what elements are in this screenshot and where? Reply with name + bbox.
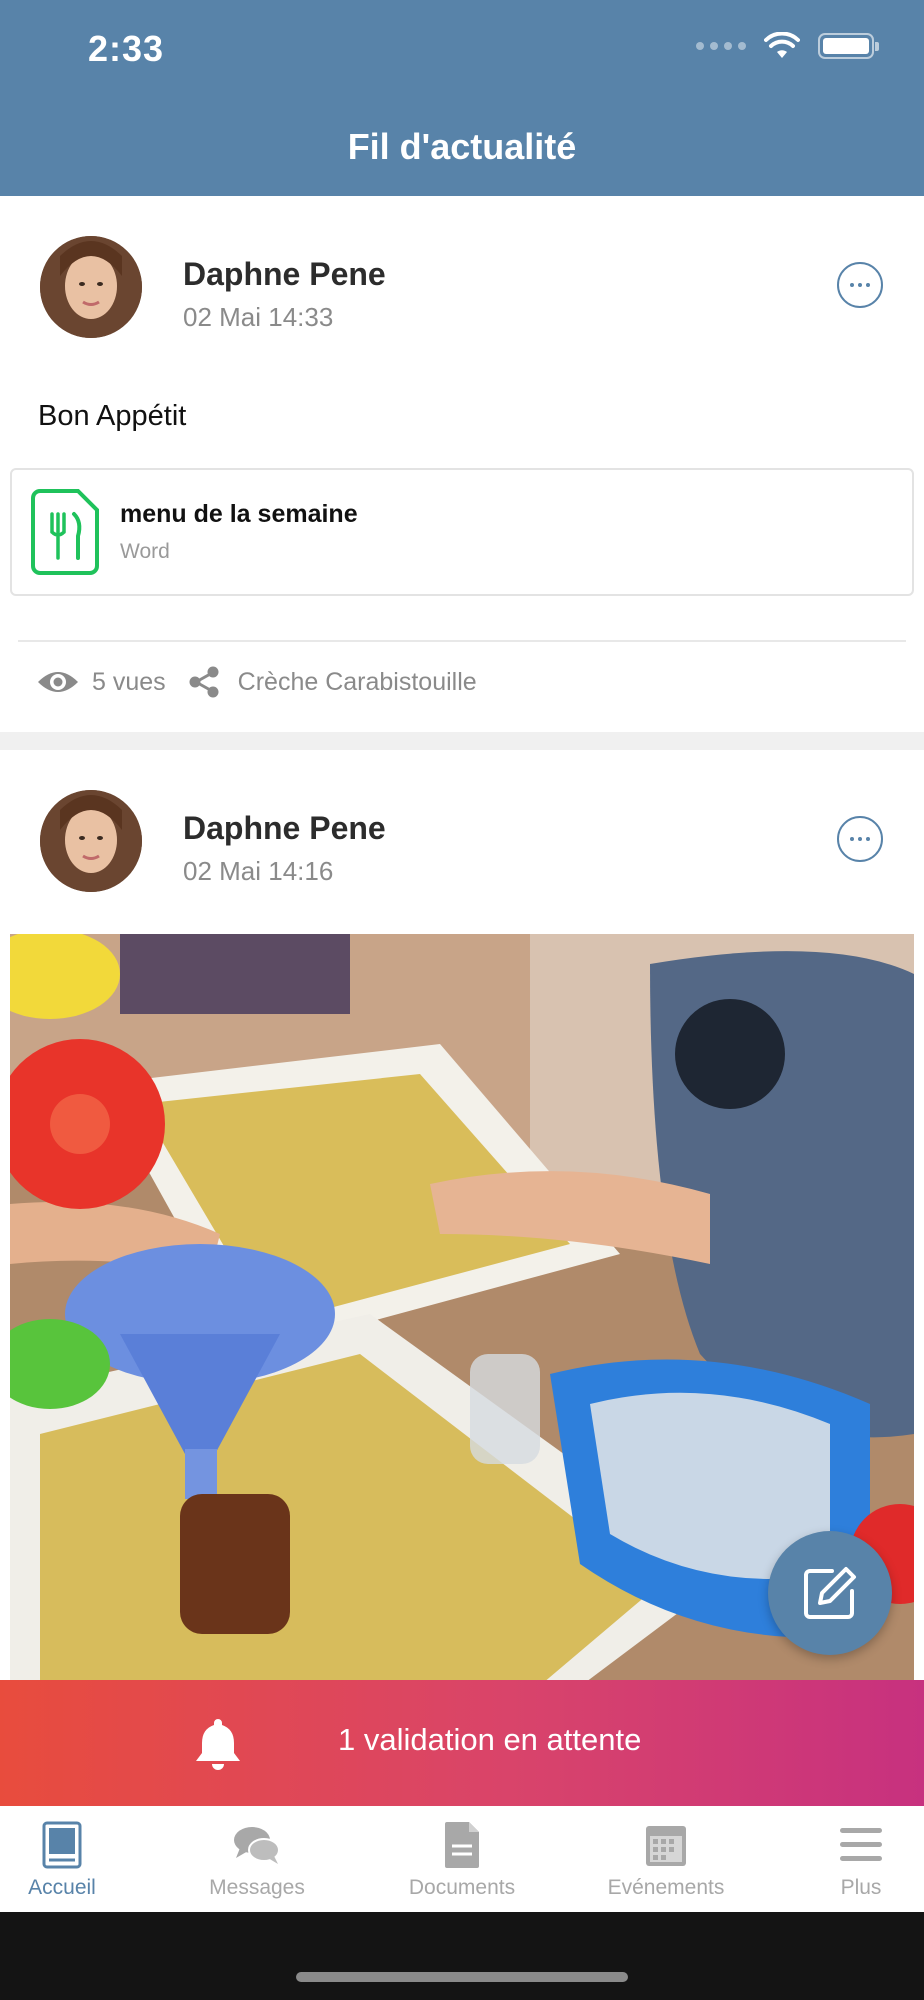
menu-icon [840, 1828, 882, 1861]
fork-knife-document-icon [31, 489, 99, 575]
feed-post: Daphne Pene 02 Mai 14:16 [0, 750, 924, 1680]
calendar-icon [646, 1826, 686, 1866]
page-title: Fil d'actualité [347, 126, 577, 167]
attachment-card[interactable]: menu de la semaine Word [10, 468, 914, 596]
tab-documents[interactable]: Documents [382, 1820, 542, 1900]
attachment-name: menu de la semaine [120, 500, 358, 528]
status-time: 2:33 [88, 28, 165, 69]
tab-label: Evénements [607, 1876, 725, 1899]
more-options-button[interactable] [837, 816, 883, 862]
views-count: 5 vues [92, 667, 166, 696]
share-icon [189, 666, 219, 698]
more-options-button[interactable] [837, 262, 883, 308]
status-icons [696, 32, 879, 60]
post-date: 02 Mai 14:33 [183, 302, 334, 332]
edit-icon [804, 1567, 856, 1619]
post-author[interactable]: Daphne Pene [183, 810, 386, 847]
wifi-icon [764, 32, 800, 58]
compose-button[interactable] [768, 1531, 892, 1655]
bell-icon [196, 1719, 240, 1770]
tab-label: Plus [840, 1876, 882, 1899]
home-indicator-area [0, 1912, 924, 2000]
signal-icon [696, 42, 746, 50]
tab-evenements[interactable]: Evénements [586, 1820, 746, 1900]
divider [18, 640, 906, 642]
group-name[interactable]: Crèche Carabistouille [238, 668, 477, 697]
avatar[interactable] [40, 236, 142, 338]
document-icon [445, 1822, 479, 1868]
post-date: 02 Mai 14:16 [183, 856, 334, 886]
tab-accueil[interactable]: Accueil [0, 1820, 142, 1900]
tab-messages[interactable]: Messages [177, 1820, 337, 1900]
tab-label: Accueil [28, 1876, 96, 1899]
home-indicator[interactable] [296, 1972, 628, 1982]
tab-label: Messages [209, 1876, 305, 1899]
battery-icon [818, 33, 879, 59]
attachment-type: Word [120, 540, 170, 563]
tab-label: Documents [408, 1876, 516, 1899]
banner-text: 1 validation en attente [338, 1722, 642, 1757]
avatar[interactable] [40, 790, 142, 892]
tab-bar: Accueil Messages Documents Evénements Pl… [0, 1806, 924, 1912]
app-header: 2:33 Fil d'actualité [0, 0, 924, 196]
post-text: Bon Appétit [38, 400, 187, 432]
post-author[interactable]: Daphne Pene [183, 256, 386, 293]
eye-icon [38, 672, 78, 692]
post-meta: 5 vues Crèche Carabistouille [36, 666, 477, 698]
feed-post: Daphne Pene 02 Mai 14:33 Bon Appétit men… [0, 196, 924, 732]
tab-plus[interactable]: Plus [781, 1820, 924, 1900]
pending-validation-banner[interactable]: 1 validation en attente [0, 1680, 924, 1806]
chat-bubbles-icon [234, 1827, 280, 1864]
home-book-icon [42, 1821, 82, 1869]
